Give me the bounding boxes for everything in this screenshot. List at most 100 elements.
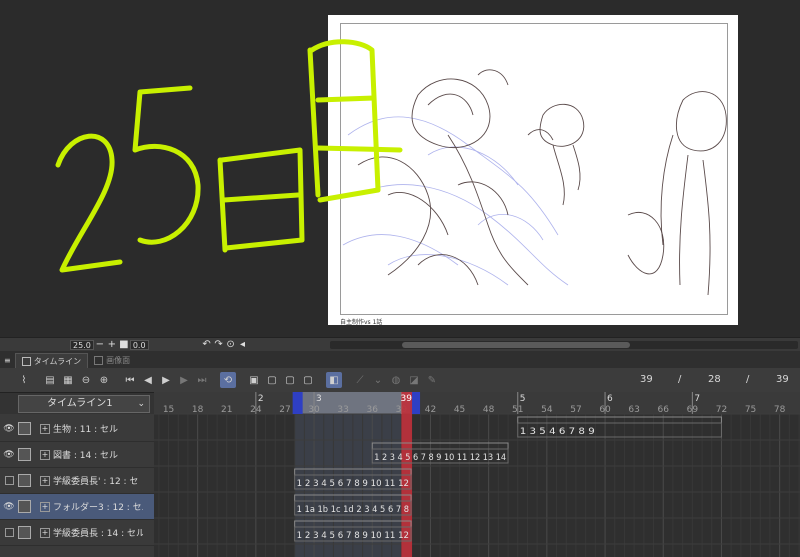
keyframe-shape-icon[interactable]: ◪: [406, 372, 422, 388]
layer-name: 生物 : 11 : セル: [53, 425, 118, 435]
ruler-major-label: 5: [520, 394, 526, 404]
layer-name: フォルダー3 : 12 : セル: [53, 503, 143, 513]
ruler-major-label: 3: [316, 394, 322, 404]
timeline-icon: [21, 356, 31, 366]
expand-icon[interactable]: +: [40, 449, 50, 460]
timeline-select[interactable]: タイムライン1 ⌄: [18, 395, 150, 413]
layer-name: 図書 : 14 : セル: [53, 451, 118, 461]
scroll-left-icon[interactable]: ◂: [237, 339, 249, 351]
layer-row[interactable]: + 学級委員長' : 12 : セ: [0, 468, 154, 494]
eye-icon[interactable]: 👁: [0, 442, 18, 468]
panel-tab-bar: ≡ タイムライン 画像面: [0, 351, 800, 368]
clip-studio-window: 自主制作vs 1話 25.0 − + ■ 0.0 ↶ ↷ ⊙ ◂ ≡ タイムライ…: [0, 0, 800, 557]
next-frame-icon[interactable]: ▶: [176, 372, 192, 388]
expand-icon[interactable]: +: [40, 475, 50, 486]
assign-cel-icon[interactable]: ▢: [264, 372, 280, 388]
zoom-out-button[interactable]: −: [94, 339, 106, 351]
first-frame-icon[interactable]: ⏮: [122, 372, 138, 388]
hidden-checkbox[interactable]: [0, 468, 18, 494]
zoom-field[interactable]: 25.0: [70, 339, 94, 350]
timeline-toolbar: ⌇ ▤ ▦ ⊖ ⊕ ⏮ ◀ ▶ ▶ ⏭ ⟲ ▣ ▢ ▢ ▢ ◧ ⟋ ⌄ ◍ ◪ …: [0, 368, 800, 392]
ruler-major-label: 7: [694, 394, 700, 404]
playhead-label: 39: [400, 394, 412, 404]
cel-labels: 1 3 5 4 6 7 8 9: [520, 427, 595, 437]
layer-row[interactable]: + 学級委員長 : 14 : セル: [0, 520, 154, 546]
tab-timeline-label: タイムライン: [33, 356, 82, 366]
timeline-settings-icon[interactable]: ▦: [60, 372, 76, 388]
last-frame-icon[interactable]: ⏭: [194, 372, 210, 388]
frame-separator-2: /: [746, 374, 750, 385]
layer-row[interactable]: 👁 + フォルダー3 : 12 : セル: [0, 494, 154, 520]
canvas-workspace[interactable]: 自主制作vs 1話: [0, 0, 800, 337]
current-frame-readout: 39: [640, 374, 653, 385]
panel-menu-icon[interactable]: ≡: [0, 353, 15, 368]
chevron-down-icon: ⌄: [137, 399, 145, 409]
keyframe-color-icon[interactable]: ◍: [388, 372, 404, 388]
layer-row[interactable]: 👁 + 図書 : 14 : セル: [0, 442, 154, 468]
ruler-major-label: 2: [258, 394, 264, 404]
new-cel-icon[interactable]: ▣: [246, 372, 262, 388]
zoom-in-button[interactable]: +: [106, 339, 118, 351]
ruler-tick-label: 27: [279, 405, 290, 415]
horizontal-scrollbar[interactable]: [330, 341, 798, 349]
loop-icon[interactable]: ⟲: [220, 372, 236, 388]
start-frame-readout: 28: [708, 374, 721, 385]
cel-labels: 1 1a 1b 1c 1d 2 3 4 5 6 7 8: [297, 505, 409, 515]
rotate-right-icon[interactable]: ↷: [213, 339, 225, 351]
expand-icon[interactable]: +: [40, 423, 50, 434]
prev-frame-icon[interactable]: ◀: [140, 372, 156, 388]
timeline-tracks[interactable]: 1518212427303336394245485154576063666972…: [154, 392, 800, 557]
clear-cel-icon[interactable]: ▢: [300, 372, 316, 388]
overlay-handwriting: [55, 39, 403, 273]
onion-skin-icon[interactable]: ◧: [326, 372, 342, 388]
in-point-marker: [292, 392, 303, 414]
layer-thumbnail: [18, 442, 34, 468]
scrollbar-thumb[interactable]: [402, 342, 630, 348]
cel-labels: 1 2 3 4 5 6 7 8 9 10 11 12 13 14: [374, 453, 506, 463]
pen-icon[interactable]: ✎: [424, 372, 440, 388]
ruler-tick-label: 57: [570, 405, 581, 415]
rotate-left-icon[interactable]: ↶: [201, 339, 213, 351]
expand-icon[interactable]: +: [40, 527, 50, 538]
graph-icon[interactable]: ⌇: [16, 372, 32, 388]
frame-separator-1: /: [678, 374, 682, 385]
cel-labels: 1 2 3 4 5 6 7 8 9 10 11 12: [297, 531, 409, 541]
rotation-field[interactable]: 0.0: [129, 339, 149, 350]
layer-thumbnail: [18, 520, 34, 546]
ruler-tick-label: 72: [716, 405, 727, 415]
ruler-tick-label: 45: [454, 405, 465, 415]
hidden-checkbox[interactable]: [0, 520, 18, 546]
ruler-tick-label: 63: [628, 405, 639, 415]
tab-timeline[interactable]: タイムライン: [14, 353, 89, 368]
canvas-status-bar: 25.0 − + ■ 0.0 ↶ ↷ ⊙ ◂: [0, 337, 800, 351]
eye-icon[interactable]: 👁: [0, 416, 18, 442]
layer-thumbnail: [18, 468, 34, 494]
end-frame-readout: 39: [776, 374, 789, 385]
ruler-tick-label: 15: [163, 405, 174, 415]
tab-camera-label: 画像面: [106, 356, 131, 365]
new-timeline-icon[interactable]: ▤: [42, 372, 58, 388]
layer-row[interactable]: 👁 + 生物 : 11 : セル: [0, 416, 154, 442]
eye-icon[interactable]: 👁: [0, 494, 18, 520]
ruler-tick-label: 33: [337, 405, 348, 415]
reset-rotation-icon[interactable]: ⊙: [225, 339, 237, 351]
play-icon[interactable]: ▶: [158, 372, 174, 388]
fit-view-button[interactable]: ■: [118, 339, 130, 351]
ruler-tick-label: 48: [483, 405, 495, 415]
timeline-grid[interactable]: 1518212427303336394245485154576063666972…: [154, 392, 800, 557]
ruler-tick-label: 54: [541, 405, 553, 415]
cel-spec-icon[interactable]: ▢: [282, 372, 298, 388]
dropdown-chevron-icon[interactable]: ⌄: [370, 372, 386, 388]
ruler-tick-label: 42: [425, 405, 436, 415]
keyframe-icon[interactable]: ⟋: [352, 372, 368, 388]
zoom-in-timeline-icon[interactable]: ⊕: [96, 372, 112, 388]
cel-labels: 1 2 3 4 5 6 7 8 9 10 11 12: [297, 479, 409, 489]
zoom-out-timeline-icon[interactable]: ⊖: [78, 372, 94, 388]
expand-icon[interactable]: +: [40, 501, 50, 512]
camera-icon: [94, 356, 104, 365]
ruler-tick-label: 78: [774, 405, 786, 415]
ruler-tick-label: 66: [658, 405, 670, 415]
layer-name: 学級委員長' : 12 : セ: [53, 477, 139, 487]
tab-camera[interactable]: 画像面: [88, 353, 136, 368]
layer-thumbnail: [18, 494, 34, 520]
